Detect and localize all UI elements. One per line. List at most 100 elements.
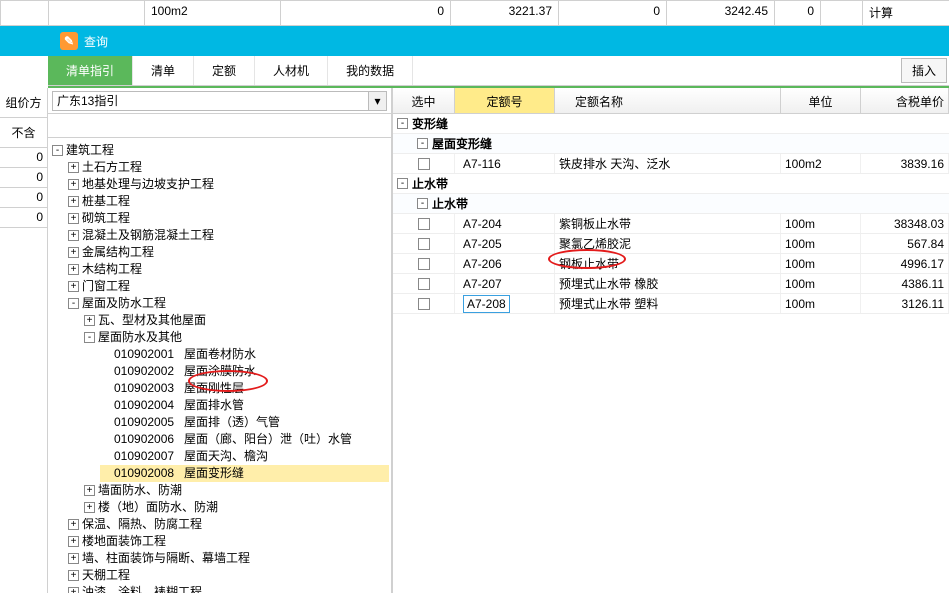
toggle-icon[interactable]: - xyxy=(397,178,408,189)
query-header: ✎ 查询 xyxy=(0,26,949,56)
row-checkbox[interactable] xyxy=(418,298,430,310)
toggle-icon[interactable]: + xyxy=(68,230,79,241)
tree-leaf[interactable]: 010902004屋面排水管 xyxy=(100,397,389,414)
tab-qingdan-zhiyin[interactable]: 清单指引 xyxy=(48,56,133,85)
toggle-icon[interactable]: - xyxy=(397,118,408,129)
tree-root[interactable]: 建筑工程 xyxy=(66,143,114,157)
col-code[interactable]: 定额号 xyxy=(455,88,555,113)
norm-combo-input[interactable] xyxy=(52,91,369,111)
grid-row[interactable]: A7-207预埋式止水带 橡胶100m4386.11 xyxy=(393,274,949,294)
tab-dinge[interactable]: 定额 xyxy=(194,56,255,85)
tree-item[interactable]: 木结构工程 xyxy=(82,262,142,276)
grid-row[interactable]: A7-205聚氯乙烯胶泥100m567.84 xyxy=(393,234,949,254)
toggle-icon[interactable]: + xyxy=(68,570,79,581)
tree-leaf[interactable]: 010902001屋面卷材防水 xyxy=(100,346,389,363)
toggle-icon[interactable]: - xyxy=(417,138,428,149)
tree-item[interactable]: 砌筑工程 xyxy=(82,211,130,225)
tab-qingdan[interactable]: 清单 xyxy=(133,56,194,85)
row-checkbox[interactable] xyxy=(418,218,430,230)
row-unit: 100m xyxy=(781,254,861,273)
row-name: 钢板止水带 xyxy=(555,254,781,273)
tree-item[interactable]: 瓦、型材及其他屋面 xyxy=(98,313,206,327)
leaf-name: 屋面排（透）气管 xyxy=(184,415,280,429)
row-name: 铁皮排水 天沟、泛水 xyxy=(555,154,781,173)
tree-item[interactable]: 门窗工程 xyxy=(82,279,130,293)
grid-body: -变形缝-屋面变形缝A7-116铁皮排水 天沟、泛水100m23839.16-止… xyxy=(393,114,949,314)
toggle-icon[interactable]: + xyxy=(84,502,95,513)
tab-bar: 清单指引 清单 定额 人材机 我的数据 插入 xyxy=(48,56,949,86)
tab-mydata[interactable]: 我的数据 xyxy=(328,56,413,85)
tree-leaf[interactable]: 010902008屋面变形缝 xyxy=(100,465,389,482)
toggle-icon[interactable]: - xyxy=(417,198,428,209)
row-unit: 100m2 xyxy=(781,154,861,173)
row-checkbox[interactable] xyxy=(418,278,430,290)
tab-rencaiji[interactable]: 人材机 xyxy=(255,56,328,85)
tree-leaf[interactable]: 010902005屋面排（透）气管 xyxy=(100,414,389,431)
toggle-icon[interactable]: - xyxy=(52,145,63,156)
grid-group[interactable]: -止水带 xyxy=(393,194,949,214)
row-unit: 100m xyxy=(781,214,861,233)
toggle-icon[interactable]: + xyxy=(68,247,79,258)
category-tree[interactable]: -建筑工程 +土石方工程+地基处理与边坡支护工程+桩基工程+砌筑工程+混凝土及钢… xyxy=(48,138,391,593)
label-zujia: 组价方 xyxy=(0,88,47,118)
grid-group[interactable]: -变形缝 xyxy=(393,114,949,134)
tree-item[interactable]: 墙、柱面装饰与隔断、幕墙工程 xyxy=(82,551,250,565)
tree-item[interactable]: 楼地面装饰工程 xyxy=(82,534,166,548)
toggle-icon[interactable]: - xyxy=(68,298,79,309)
grid-row[interactable]: A7-204紫铜板止水带100m38348.03 xyxy=(393,214,949,234)
tree-roof[interactable]: 屋面及防水工程 xyxy=(82,296,166,310)
tree-item[interactable]: 墙面防水、防潮 xyxy=(98,483,182,497)
group-label: 屋面变形缝 xyxy=(432,135,492,152)
norm-combo-dropdown[interactable]: ▾ xyxy=(369,91,387,111)
grid-group[interactable]: -止水带 xyxy=(393,174,949,194)
row-checkbox[interactable] xyxy=(418,238,430,250)
col-name[interactable]: 定额名称 xyxy=(555,88,781,113)
row-code: A7-204 xyxy=(463,217,502,231)
grid-row[interactable]: A7-116铁皮排水 天沟、泛水100m23839.16 xyxy=(393,154,949,174)
tree-item[interactable]: 混凝土及钢筋混凝土工程 xyxy=(82,228,214,242)
toggle-icon[interactable]: + xyxy=(68,536,79,547)
toggle-icon[interactable]: + xyxy=(68,196,79,207)
col-price[interactable]: 含税单价 xyxy=(861,88,949,113)
query-icon: ✎ xyxy=(60,32,78,50)
tree-item[interactable]: 天棚工程 xyxy=(82,568,130,582)
col-select[interactable]: 选中 xyxy=(393,88,455,113)
grid-group[interactable]: -屋面变形缝 xyxy=(393,134,949,154)
tree-item[interactable]: 保温、隔热、防腐工程 xyxy=(82,517,202,531)
leaf-name: 屋面涂膜防水 xyxy=(184,364,256,378)
toggle-icon[interactable]: + xyxy=(84,315,95,326)
tree-leaf[interactable]: 010902007屋面天沟、檐沟 xyxy=(100,448,389,465)
toggle-icon[interactable]: + xyxy=(68,179,79,190)
tree-item[interactable]: 楼（地）面防水、防潮 xyxy=(98,500,218,514)
toggle-icon[interactable]: + xyxy=(68,587,79,593)
toggle-icon[interactable]: + xyxy=(68,519,79,530)
tree-leaf[interactable]: 010902006屋面（廊、阳台）泄（吐）水管 xyxy=(100,431,389,448)
toggle-icon[interactable]: + xyxy=(84,485,95,496)
grid-row[interactable]: A7-206钢板止水带100m4996.17 xyxy=(393,254,949,274)
leaf-code: 010902002 xyxy=(114,363,184,380)
tree-item[interactable]: 油漆、涂料、裱糊工程 xyxy=(82,585,202,593)
col-unit[interactable]: 单位 xyxy=(781,88,861,113)
toggle-icon[interactable]: - xyxy=(84,332,95,343)
tree-leaf[interactable]: 010902003屋面刚性层 xyxy=(100,380,389,397)
toggle-icon[interactable]: + xyxy=(68,162,79,173)
row-checkbox[interactable] xyxy=(418,258,430,270)
group-label: 变形缝 xyxy=(412,115,448,132)
toggle-icon[interactable]: + xyxy=(68,264,79,275)
tree-item[interactable]: 桩基工程 xyxy=(82,194,130,208)
row-code: A7-206 xyxy=(463,257,502,271)
toggle-icon[interactable]: + xyxy=(68,281,79,292)
toggle-icon[interactable]: + xyxy=(68,213,79,224)
grid-row[interactable]: A7-208预埋式止水带 塑料100m3126.11 xyxy=(393,294,949,314)
tree-item[interactable]: 金属结构工程 xyxy=(82,245,154,259)
toggle-icon[interactable]: + xyxy=(68,553,79,564)
tree-leaf[interactable]: 010902002屋面涂膜防水 xyxy=(100,363,389,380)
tree-item[interactable]: 屋面防水及其他 xyxy=(98,330,182,344)
tree-item[interactable]: 土石方工程 xyxy=(82,160,142,174)
tree-item[interactable]: 地基处理与边坡支护工程 xyxy=(82,177,214,191)
leaf-code: 010902007 xyxy=(114,448,184,465)
group-label: 止水带 xyxy=(432,195,468,212)
insert-button[interactable]: 插入 xyxy=(901,58,947,83)
row-checkbox[interactable] xyxy=(418,158,430,170)
row-name: 聚氯乙烯胶泥 xyxy=(555,234,781,253)
